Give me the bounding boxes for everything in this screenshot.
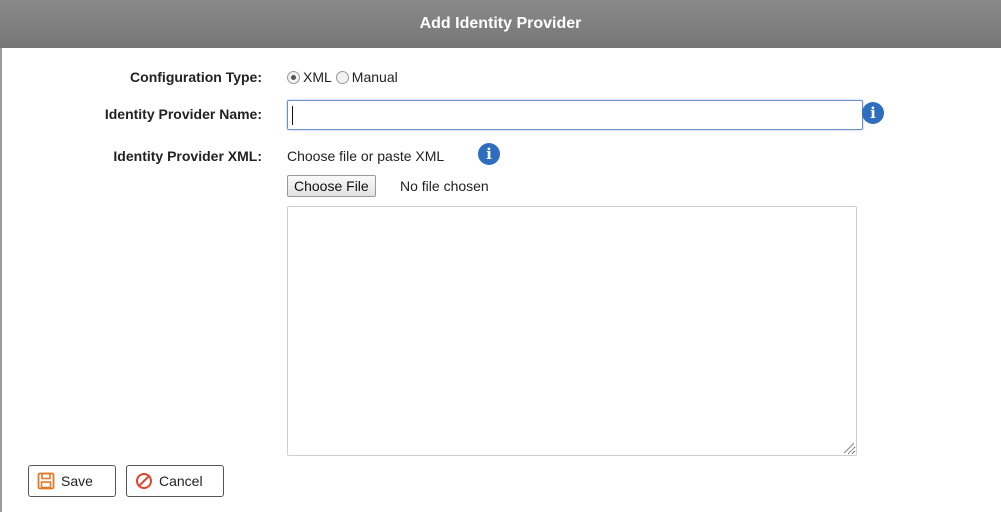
provider-xml-hint: Choose file or paste XML xyxy=(287,148,445,164)
save-button[interactable]: Save xyxy=(28,465,116,497)
configuration-type-label: Configuration Type: xyxy=(130,69,262,85)
choose-file-button[interactable]: Choose File xyxy=(287,175,376,197)
file-status-text: No file chosen xyxy=(400,178,489,194)
add-identity-provider-dialog: Add Identity Provider Configuration Type… xyxy=(0,0,1001,512)
provider-name-info-icon[interactable]: i xyxy=(862,102,884,124)
cancel-circle-icon xyxy=(135,472,153,490)
cancel-button-label: Cancel xyxy=(159,473,203,489)
configuration-type-radio-group: XML Manual xyxy=(287,69,402,85)
xml-radio-label[interactable]: XML xyxy=(303,69,332,85)
manual-radio-label[interactable]: Manual xyxy=(352,69,398,85)
dialog-left-border xyxy=(0,48,2,512)
manual-radio[interactable] xyxy=(335,70,349,84)
provider-xml-textarea[interactable] xyxy=(287,206,857,456)
provider-xml-info-icon[interactable]: i xyxy=(478,143,500,165)
text-caret xyxy=(292,106,293,125)
dialog-title: Add Identity Provider xyxy=(419,15,582,32)
save-button-label: Save xyxy=(61,473,93,489)
xml-radio[interactable] xyxy=(287,70,300,84)
provider-name-input[interactable] xyxy=(287,100,863,130)
cancel-button[interactable]: Cancel xyxy=(126,465,224,497)
textarea-resize-grip[interactable] xyxy=(842,441,854,453)
provider-xml-label: Identity Provider XML: xyxy=(113,148,262,164)
provider-name-label: Identity Provider Name: xyxy=(104,106,262,122)
floppy-disk-icon xyxy=(37,472,55,490)
dialog-title-bar: Add Identity Provider xyxy=(0,0,1001,48)
